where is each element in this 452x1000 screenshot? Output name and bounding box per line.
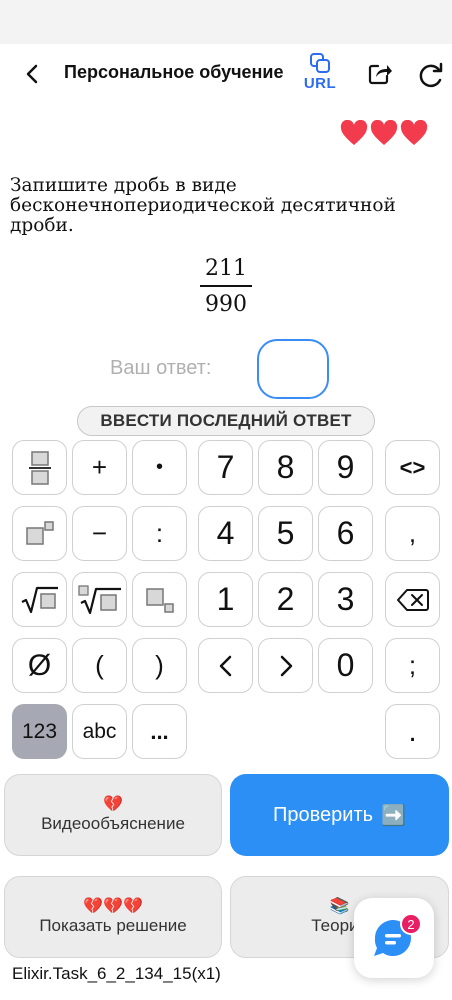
fraction-denominator: 990: [205, 291, 247, 317]
copy-icon: [310, 53, 330, 73]
task-id-label: Elixir.Task_6_2_134_15(x1): [12, 964, 221, 983]
broken-hearts-icon: 💔💔💔: [83, 898, 143, 915]
broken-heart-icon: 💔: [103, 796, 123, 813]
lives-indicator: [340, 120, 428, 146]
key-0[interactable]: 0: [318, 638, 373, 693]
chevron-left-icon: [219, 655, 231, 676]
heart-icon: [400, 120, 428, 145]
check-button[interactable]: Проверить ➡️: [230, 774, 449, 856]
status-bar: [0, 0, 452, 44]
refresh-icon: [419, 62, 443, 88]
key-cursor-right[interactable]: [258, 638, 313, 693]
books-icon: 📚: [329, 898, 350, 915]
key-tags[interactable]: <>: [385, 440, 440, 495]
key-1[interactable]: 1: [198, 572, 253, 627]
key-minus[interactable]: −: [72, 506, 127, 561]
fraction-bar: [200, 285, 252, 287]
fraction-template-icon: [28, 450, 51, 485]
chat-button[interactable]: [354, 898, 434, 978]
show-solution-button[interactable]: 💔💔💔 Показать решение: [4, 876, 222, 958]
arrow-right-icon: ➡️: [381, 804, 406, 827]
key-sqrt[interactable]: [12, 572, 67, 627]
mode-letters-button[interactable]: abc: [72, 704, 127, 759]
key-multiply[interactable]: •: [132, 440, 187, 495]
chevron-right-icon: [280, 655, 292, 676]
subscript-template-icon: [145, 587, 174, 613]
nth-root-template-icon: [77, 584, 121, 614]
key-5[interactable]: 5: [258, 506, 313, 561]
url-label: URL: [303, 75, 337, 92]
key-left-paren[interactable]: (: [72, 638, 127, 693]
key-2[interactable]: 2: [258, 572, 313, 627]
key-7[interactable]: 7: [198, 440, 253, 495]
power-template-icon: [25, 520, 54, 545]
enter-last-answer-button[interactable]: ВВЕСТИ ПОСЛЕДНИЙ ОТВЕТ: [77, 406, 375, 436]
key-cursor-left[interactable]: [198, 638, 253, 693]
answer-input[interactable]: [257, 339, 329, 399]
key-subscript[interactable]: [132, 572, 187, 627]
key-divide[interactable]: :: [132, 506, 187, 561]
share-icon: [368, 64, 392, 85]
key-3[interactable]: 3: [318, 572, 373, 627]
top-bar: Персональное обучение URL: [0, 44, 452, 104]
sqrt-template-icon: [21, 586, 58, 613]
heart-icon: [340, 120, 368, 145]
key-plus[interactable]: +: [72, 440, 127, 495]
refresh-button[interactable]: [417, 61, 445, 89]
key-backspace[interactable]: [385, 572, 440, 627]
more-keys-button[interactable]: ...: [132, 704, 187, 759]
key-nth-root[interactable]: [72, 572, 127, 627]
task-fraction: 211 990: [200, 256, 252, 317]
heart-icon: [370, 120, 398, 145]
check-label: Проверить: [273, 803, 374, 826]
share-button[interactable]: [367, 61, 395, 89]
key-4[interactable]: 4: [198, 506, 253, 561]
chevron-left-icon: [26, 64, 38, 84]
key-semicolon[interactable]: ;: [385, 638, 440, 693]
page-title: Персональное обучение: [64, 62, 284, 82]
key-9[interactable]: 9: [318, 440, 373, 495]
chat-icon: [374, 920, 411, 957]
key-6[interactable]: 6: [318, 506, 373, 561]
fraction-numerator: 211: [205, 256, 247, 281]
copy-url-button[interactable]: URL: [300, 52, 340, 98]
key-empty-set[interactable]: Ø: [12, 638, 67, 693]
back-button[interactable]: [18, 60, 46, 88]
task-text: Запишите дробь в виде бесконечнопериодич…: [10, 175, 396, 236]
key-fraction[interactable]: [12, 440, 67, 495]
key-period[interactable]: .: [385, 704, 440, 759]
key-comma[interactable]: ,: [385, 506, 440, 561]
answer-label: Ваш ответ:: [110, 357, 212, 379]
key-power[interactable]: [12, 506, 67, 561]
show-solution-label: Показать решение: [39, 916, 187, 935]
key-right-paren[interactable]: ): [132, 638, 187, 693]
key-8[interactable]: 8: [258, 440, 313, 495]
backspace-icon: [396, 588, 429, 611]
chat-unread-badge: 2: [400, 913, 422, 935]
video-explanation-label: Видеообъяснение: [41, 814, 185, 833]
video-explanation-button[interactable]: 💔 Видеообъяснение: [4, 774, 222, 856]
mode-numbers-button[interactable]: 123: [12, 704, 67, 759]
